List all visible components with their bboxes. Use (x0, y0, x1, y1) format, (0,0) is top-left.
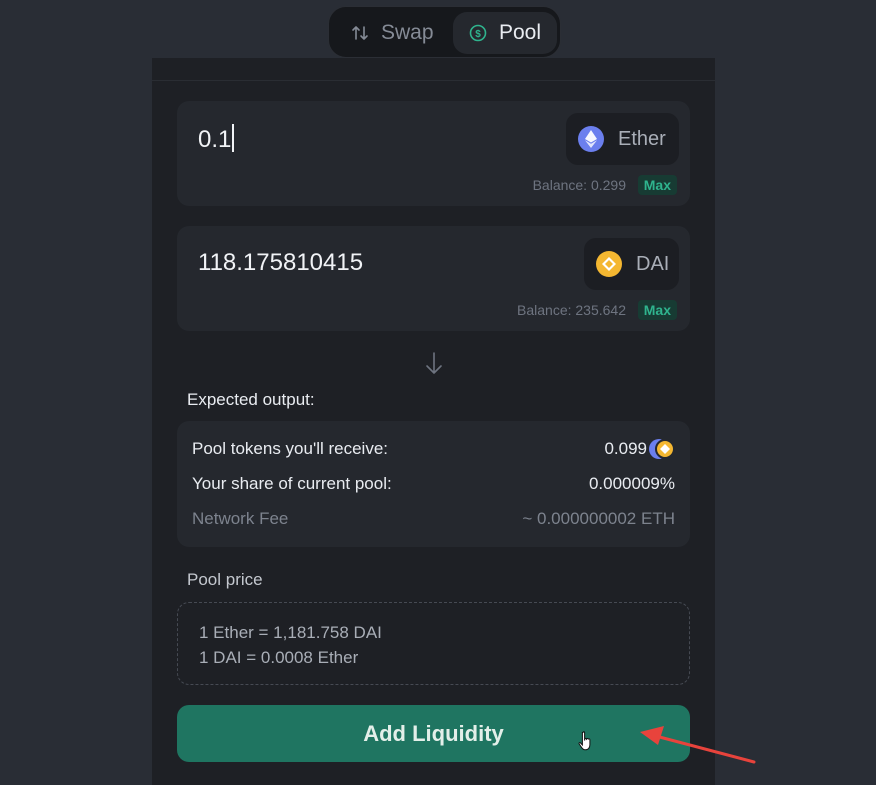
ethereum-icon (578, 126, 604, 152)
pool-share-value: 0.000009% (588, 474, 675, 493)
token-a-card: 0.1 Ether Balance: 0.299 Max (177, 101, 690, 206)
tab-pool-label: Pool (499, 21, 542, 44)
price-dai-ether: 1 DAI = 0.0008 Ether (199, 648, 359, 667)
token-a-balance: Balance: 0.299 (532, 177, 626, 193)
expected-output-title: Expected output: (187, 390, 315, 409)
price-ether-dai: 1 Ether = 1,181.758 DAI (199, 623, 382, 642)
text-caret (232, 124, 234, 152)
token-b-card: 118.175810415 DAI Balance: 235.642 Max (177, 226, 690, 331)
token-b-max-button[interactable]: Max (637, 300, 677, 320)
pool-price-title: Pool price (187, 570, 263, 589)
pool-share-label: Your share of current pool: (192, 474, 392, 493)
network-fee-label: Network Fee (192, 509, 289, 528)
expected-output-card: Pool tokens you'll receive: 0.099 Your s… (177, 421, 690, 547)
token-b-name: DAI (636, 252, 670, 275)
network-fee-row: Network Fee ~ 0.000000002 ETH (192, 507, 675, 531)
arrow-down-icon (426, 352, 442, 374)
add-liquidity-button[interactable]: Add Liquidity (177, 705, 690, 762)
token-a-name: Ether (618, 127, 666, 150)
pool-tokens-row: Pool tokens you'll receive: 0.099 (192, 437, 675, 461)
dollar-coin-icon: $ (469, 24, 487, 42)
token-a-max-button[interactable]: Max (637, 175, 677, 195)
token-a-amount-input[interactable]: 0.1 (198, 124, 538, 154)
pool-share-row: Your share of current pool: 0.000009% (192, 472, 675, 496)
token-a-select[interactable]: Ether (566, 113, 679, 165)
annotation-arrow-icon (640, 726, 756, 764)
pool-tokens-value: 0.099 (604, 439, 647, 458)
token-b-balance: Balance: 235.642 (517, 302, 626, 318)
pool-price-box: 1 Ether = 1,181.758 DAI 1 DAI = 0.0008 E… (177, 602, 690, 685)
network-fee-value: ~ 0.000000002 ETH (522, 509, 675, 528)
svg-text:$: $ (475, 29, 481, 40)
tab-swap-label: Swap (381, 21, 434, 44)
panel-divider (152, 80, 715, 81)
pool-tokens-label: Pool tokens you'll receive: (192, 439, 389, 458)
top-nav: Swap $ Pool (328, 6, 561, 58)
token-b-amount-input[interactable]: 118.175810415 (198, 249, 538, 277)
hand-pointer-icon (578, 731, 591, 751)
token-b-select[interactable]: DAI (584, 238, 679, 290)
swap-arrows-icon (351, 24, 369, 42)
tab-swap[interactable]: Swap (343, 12, 455, 54)
tab-pool[interactable]: $ Pool (453, 12, 557, 54)
token-pair-icon (649, 439, 675, 459)
dai-icon (596, 251, 622, 277)
